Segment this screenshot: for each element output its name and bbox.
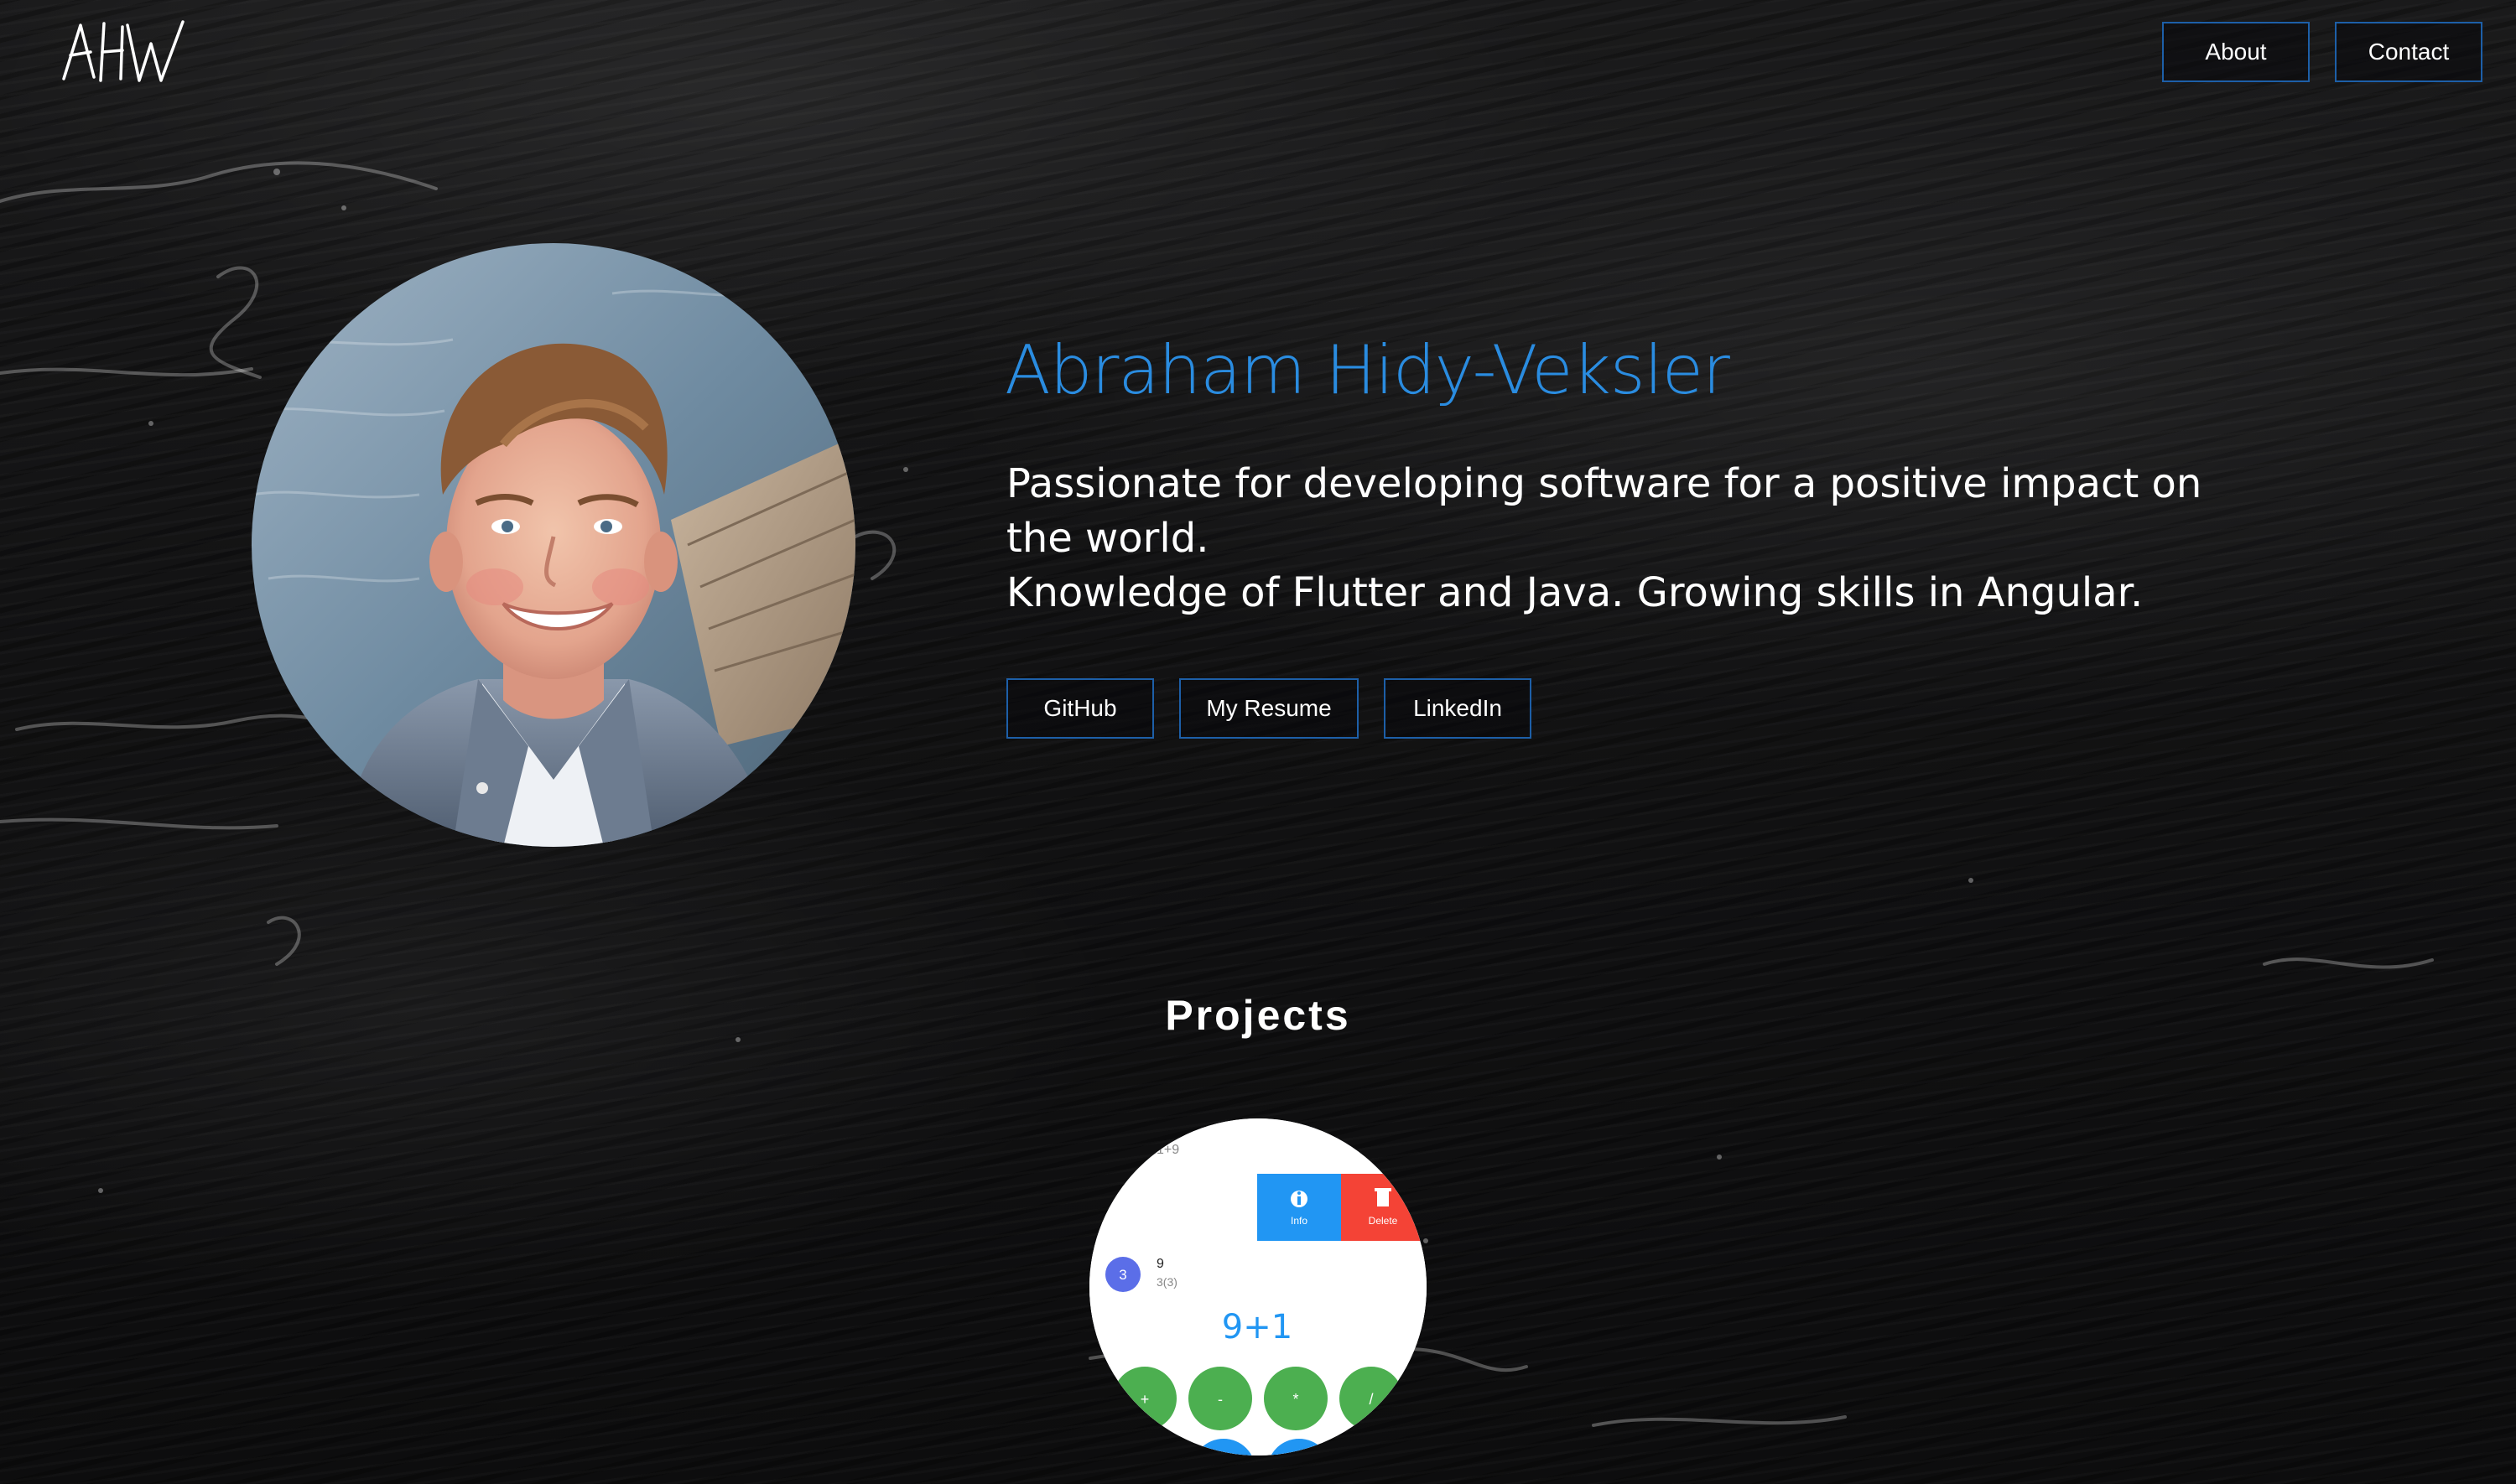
logo[interactable] bbox=[62, 18, 188, 87]
subtract-key-label: - bbox=[1218, 1391, 1223, 1408]
history-entry-value: 9 bbox=[1157, 1257, 1164, 1271]
linkedin-button[interactable]: LinkedIn bbox=[1384, 678, 1531, 739]
projects-heading: Projects bbox=[1165, 992, 1351, 1039]
calc-display: 9+1 bbox=[1222, 1308, 1292, 1346]
hero-skills: Knowledge of Flutter and Java. Growing s… bbox=[1006, 569, 2144, 616]
info-label: Info bbox=[1291, 1215, 1307, 1227]
hero-name: Abraham Hidy-Veksler bbox=[1005, 331, 1730, 409]
history-avatar-text: 3 bbox=[1119, 1267, 1126, 1283]
hero-tagline: Passionate for developing software for a… bbox=[1006, 460, 2202, 562]
contact-button[interactable]: Contact bbox=[2335, 22, 2482, 82]
ahw-logo-icon bbox=[62, 20, 185, 82]
calculator-app-preview: 1+9 Info Delete 3 9 3(3) 9+1 + - * / bbox=[1089, 1118, 1427, 1455]
about-button[interactable]: About bbox=[2162, 22, 2310, 82]
top-nav: About Contact bbox=[2162, 22, 2482, 82]
resume-button[interactable]: My Resume bbox=[1179, 678, 1359, 739]
project-thumbnail-calculator[interactable]: 1+9 Info Delete 3 9 3(3) 9+1 + - * / bbox=[1089, 1118, 1427, 1455]
profile-illustration bbox=[252, 243, 855, 847]
multiply-key-label: * bbox=[1292, 1391, 1298, 1408]
hero-description: Passionate for developing software for a… bbox=[1006, 457, 2248, 620]
divide-key-label: / bbox=[1369, 1391, 1373, 1408]
history-entry-sub: 3(3) bbox=[1157, 1275, 1177, 1289]
delete-label: Delete bbox=[1369, 1215, 1398, 1227]
github-button[interactable]: GitHub bbox=[1006, 678, 1154, 739]
hero-links: GitHub My Resume LinkedIn bbox=[1006, 678, 1531, 739]
add-key-label: + bbox=[1141, 1391, 1150, 1408]
profile-photo bbox=[252, 243, 855, 847]
trash-icon bbox=[1377, 1191, 1389, 1206]
